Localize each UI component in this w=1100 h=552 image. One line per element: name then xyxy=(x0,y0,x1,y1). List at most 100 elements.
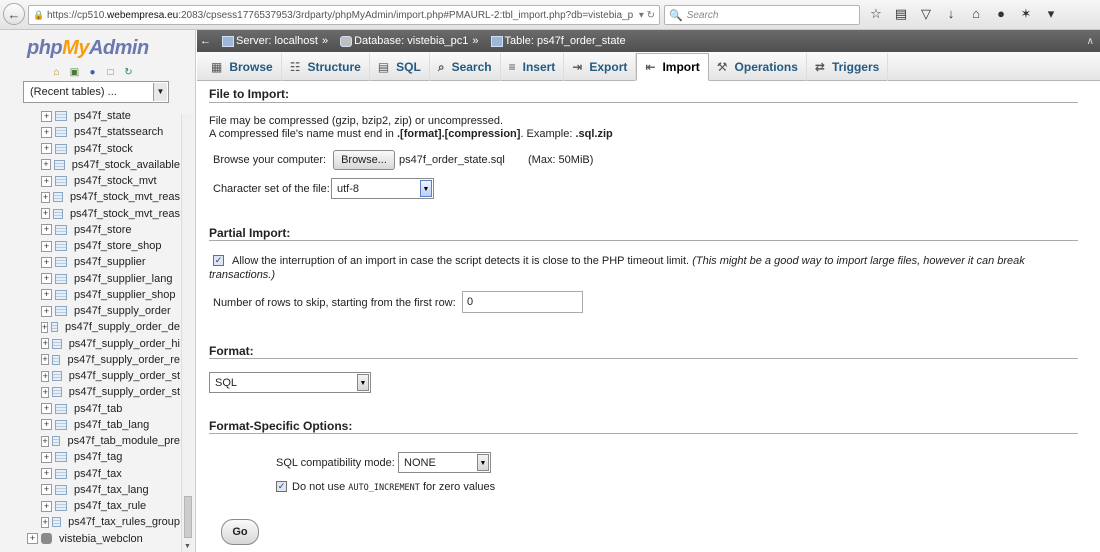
sidebar-table-item[interactable]: + ps47f_tab xyxy=(0,401,180,417)
sidebar-table-item[interactable]: + ps47f_tab_module_pre xyxy=(0,433,180,449)
expand-icon[interactable]: + xyxy=(41,159,51,171)
expand-icon[interactable]: + xyxy=(41,354,49,366)
sidebar-table-item[interactable]: + ps47f_tab_lang xyxy=(0,417,180,433)
expand-icon[interactable]: + xyxy=(41,338,50,350)
expand-icon[interactable]: + xyxy=(41,126,52,138)
exit-icon[interactable]: ▣ xyxy=(68,66,81,79)
table-name[interactable]: ps47f_supplier xyxy=(74,256,146,268)
breadcrumb-table[interactable]: Table: ps47f_order_state xyxy=(483,35,626,47)
download-icon[interactable]: ↓ xyxy=(943,5,959,23)
table-name[interactable]: ps47f_tab xyxy=(74,403,122,415)
table-name[interactable]: ps47f_store xyxy=(74,224,131,236)
sql-compat-select[interactable]: NONE ▼ xyxy=(398,452,491,473)
table-name[interactable]: ps47f_supply_order_de xyxy=(65,321,180,333)
format-select[interactable]: SQL ▼ xyxy=(209,372,371,393)
back-button[interactable]: ← xyxy=(3,3,25,25)
sidebar-table-item[interactable]: + ps47f_tag xyxy=(0,449,180,465)
pocket-icon[interactable]: ▽ xyxy=(918,5,934,23)
table-name[interactable]: ps47f_tax_rules_group xyxy=(68,516,180,528)
charset-select[interactable]: utf-8 ▼ xyxy=(331,178,434,199)
table-name[interactable]: ps47f_supplier_lang xyxy=(74,273,172,285)
tab-structure[interactable]: ☷ Structure xyxy=(282,53,370,81)
menu-icon[interactable]: ▾ xyxy=(1043,5,1059,23)
reload-icon[interactable]: ▾ ↻ xyxy=(639,10,659,21)
tab-operations[interactable]: ⚒ Operations xyxy=(709,53,807,81)
help-icon[interactable]: ● xyxy=(86,66,99,79)
expand-icon[interactable]: + xyxy=(41,403,52,415)
table-name[interactable]: ps47f_tab_module_pre xyxy=(67,435,180,447)
allow-interrupt-checkbox[interactable]: ✓ xyxy=(213,255,224,266)
tab-sql[interactable]: ▤ SQL xyxy=(370,53,430,81)
sidebar-table-item[interactable]: + ps47f_stock_mvt_reas xyxy=(0,206,180,222)
table-name[interactable]: ps47f_stock xyxy=(74,143,133,155)
expand-icon[interactable]: + xyxy=(41,273,52,285)
table-name[interactable]: ps47f_supply_order_hi xyxy=(69,338,180,350)
expand-icon[interactable]: + xyxy=(41,500,52,512)
table-name[interactable]: ps47f_state xyxy=(74,110,131,122)
breadcrumb-server[interactable]: Server: localhost xyxy=(214,35,318,47)
expand-icon[interactable]: + xyxy=(41,110,52,122)
sidebar-table-item[interactable]: + ps47f_supply_order_st xyxy=(0,368,180,384)
expand-icon[interactable]: + xyxy=(41,321,49,333)
scroll-down-icon[interactable]: ▼ xyxy=(184,543,191,550)
table-name[interactable]: ps47f_statssearch xyxy=(74,126,163,138)
sidebar-table-item[interactable]: + ps47f_state xyxy=(0,108,180,124)
sidebar-table-item[interactable]: + ps47f_supply_order_st xyxy=(0,384,180,400)
expand-icon[interactable]: + xyxy=(41,516,50,528)
docs-icon[interactable]: □ xyxy=(104,66,117,79)
expand-icon[interactable]: + xyxy=(41,419,52,431)
sidebar-table-item[interactable]: + ps47f_store xyxy=(0,222,180,238)
sidebar-table-item[interactable]: + ps47f_tax_rule xyxy=(0,498,180,514)
expand-icon[interactable]: + xyxy=(41,208,51,220)
expand-icon[interactable]: + xyxy=(41,256,52,268)
sidebar-database-item[interactable]: + vistebia_webclon xyxy=(0,531,180,547)
no-auto-increment-checkbox[interactable]: ✓ xyxy=(276,481,287,492)
bookmark-star-icon[interactable]: ☆ xyxy=(868,5,884,23)
expand-icon[interactable]: + xyxy=(41,191,51,203)
expand-icon[interactable]: + xyxy=(41,484,52,496)
expand-icon[interactable]: + xyxy=(41,240,52,252)
table-name[interactable]: ps47f_tag xyxy=(74,451,122,463)
table-name[interactable]: ps47f_store_shop xyxy=(74,240,161,252)
sidebar-table-item[interactable]: + ps47f_supply_order_de xyxy=(0,319,180,335)
scroll-up-icon[interactable]: ∧ xyxy=(1087,36,1094,47)
table-name[interactable]: ps47f_tax xyxy=(74,468,122,480)
expand-icon[interactable]: + xyxy=(41,175,52,187)
sidebar-table-item[interactable]: + ps47f_store_shop xyxy=(0,238,180,254)
table-name[interactable]: ps47f_supply_order_st xyxy=(69,370,180,382)
browse-button[interactable]: Browse... xyxy=(333,150,395,170)
phpmyadmin-logo[interactable]: phpMyAdmin xyxy=(27,37,149,60)
table-name[interactable]: ps47f_stock_mvt_reas xyxy=(70,191,180,203)
sidebar-table-item[interactable]: + ps47f_tax_lang xyxy=(0,482,180,498)
expand-icon[interactable]: + xyxy=(41,143,52,155)
tab-browse[interactable]: ▦ Browse xyxy=(203,53,282,81)
sidebar-table-item[interactable]: + ps47f_supplier_lang xyxy=(0,271,180,287)
sidebar-table-item[interactable]: + ps47f_stock_mvt xyxy=(0,173,180,189)
skip-rows-input[interactable]: 0 xyxy=(462,291,583,313)
expand-icon[interactable]: + xyxy=(41,289,52,301)
table-name[interactable]: ps47f_tab_lang xyxy=(74,419,149,431)
tab-import[interactable]: ⇤ Import xyxy=(636,53,709,81)
tab-search[interactable]: ⌕ Search xyxy=(430,53,501,81)
tab-triggers[interactable]: ⇄ Triggers xyxy=(807,53,889,81)
table-name[interactable]: ps47f_supplier_shop xyxy=(74,289,176,301)
home-icon[interactable]: ⌂ xyxy=(968,5,984,23)
expand-icon[interactable]: + xyxy=(41,386,50,398)
table-name[interactable]: ps47f_stock_mvt xyxy=(74,175,157,187)
expand-icon[interactable]: + xyxy=(41,224,52,236)
expand-icon[interactable]: + xyxy=(41,468,52,480)
table-name[interactable]: ps47f_supply_order_re xyxy=(67,354,180,366)
extension-icon[interactable]: ✶ xyxy=(1018,5,1034,23)
browser-search-input[interactable]: 🔍 Search xyxy=(664,5,860,25)
home-icon[interactable]: ⌂ xyxy=(50,66,63,79)
url-bar[interactable]: 🔒 https://cp510.webempresa.eu:2083/cpses… xyxy=(28,5,660,25)
table-name[interactable]: ps47f_tax_lang xyxy=(74,484,149,496)
sidebar-table-item[interactable]: + ps47f_tax xyxy=(0,466,180,482)
sidebar-table-item[interactable]: + ps47f_stock xyxy=(0,141,180,157)
reading-list-icon[interactable]: ▤ xyxy=(893,5,909,23)
recent-tables-select[interactable]: (Recent tables) ... ▼ xyxy=(23,81,169,103)
sidebar-table-item[interactable]: + ps47f_statssearch xyxy=(0,124,180,140)
sidebar-table-item[interactable]: + ps47f_stock_mvt_reas xyxy=(0,189,180,205)
expand-icon[interactable]: + xyxy=(41,451,52,463)
go-button[interactable]: Go xyxy=(221,519,259,545)
